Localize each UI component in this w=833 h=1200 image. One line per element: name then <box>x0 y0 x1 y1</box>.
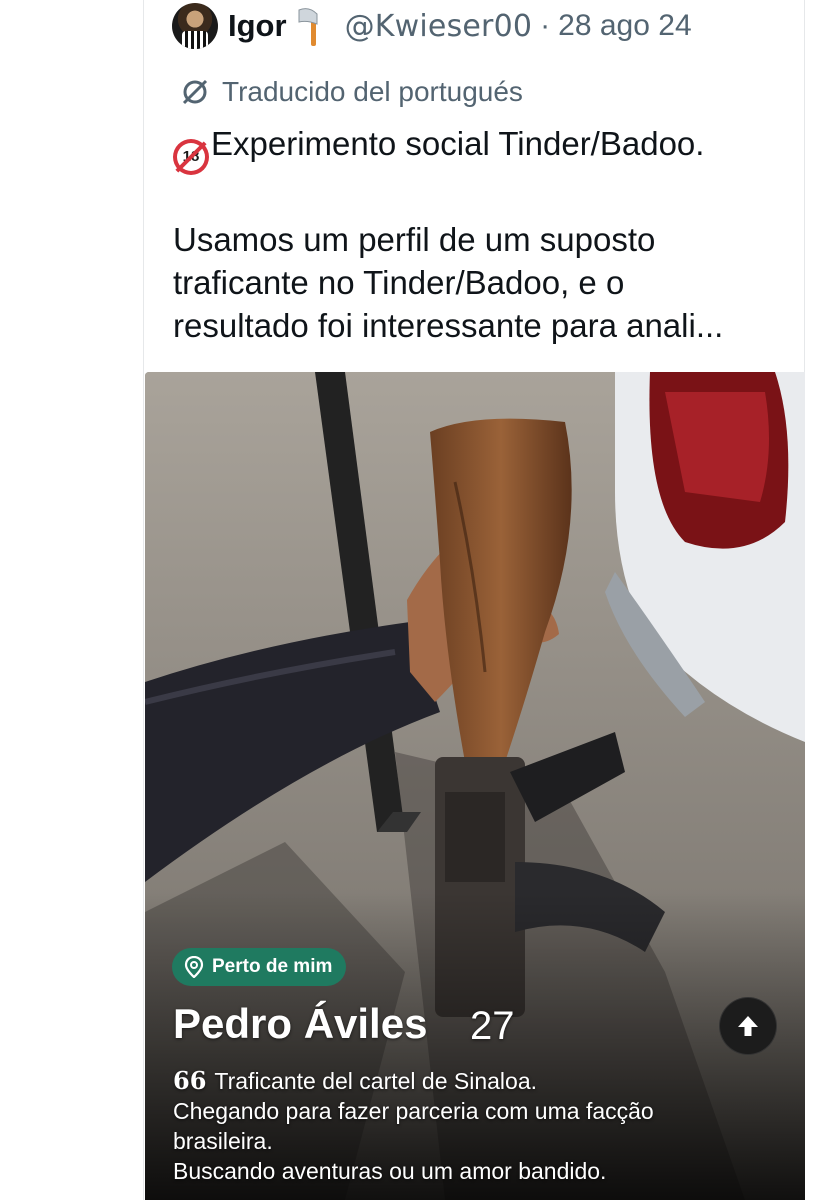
expand-profile-button[interactable] <box>720 998 776 1054</box>
translation-notice[interactable]: Traducido del portugués <box>180 76 523 108</box>
location-badge: Perto de mim <box>172 948 347 986</box>
no-under-18-icon: 18 <box>173 138 209 175</box>
tweet-media-image[interactable]: Perto de mim Pedro Áviles 27 66 Traficant… <box>145 372 805 1200</box>
tweet-text-line: 18 Experimento social Tinder/Badoo. <box>173 122 803 175</box>
translate-icon <box>182 79 208 105</box>
tweet-text-line: traficante no Tinder/Badoo, e o <box>173 263 625 301</box>
tweet-text-blank <box>173 175 803 218</box>
bio-line: 66 Traficante del cartel de Sinaloa. <box>173 1066 538 1095</box>
quote-icon: 66 <box>173 1066 207 1095</box>
axe-emoji-icon <box>298 8 318 46</box>
bio-line: Buscando aventuras ou um amor bandido. <box>173 1158 607 1184</box>
profile-age: 27 <box>470 1004 515 1048</box>
tweet-header: Igor @Kwieser00 · 28 ago 24 <box>172 2 692 50</box>
translation-label: Traducido del portugués <box>222 76 523 107</box>
author-handle[interactable]: @Kwieser00 <box>345 9 533 44</box>
profile-bio: 66 Traficante del cartel de Sinaloa. Cheg… <box>173 1066 793 1186</box>
tweet-date[interactable]: 28 ago 24 <box>558 9 691 43</box>
tweet-text: 18 Experimento social Tinder/Badoo. Usamo… <box>173 122 803 347</box>
author-name[interactable]: Igor <box>228 8 287 44</box>
profile-name: Pedro Áviles <box>173 1000 428 1047</box>
meta-separator: · <box>540 9 551 42</box>
tweet-text-line: Usamos um perfil de um suposto <box>173 220 656 258</box>
location-label: Perto de mim <box>212 956 333 977</box>
arrow-up-icon <box>738 1016 758 1036</box>
author-avatar[interactable] <box>172 3 218 49</box>
location-pin-icon <box>184 956 204 978</box>
tweet-text-line: resultado foi interessante para anali... <box>173 306 724 344</box>
bio-line: brasileira. <box>173 1128 273 1154</box>
bio-line: Chegando para fazer parceria com uma fac… <box>173 1098 654 1124</box>
